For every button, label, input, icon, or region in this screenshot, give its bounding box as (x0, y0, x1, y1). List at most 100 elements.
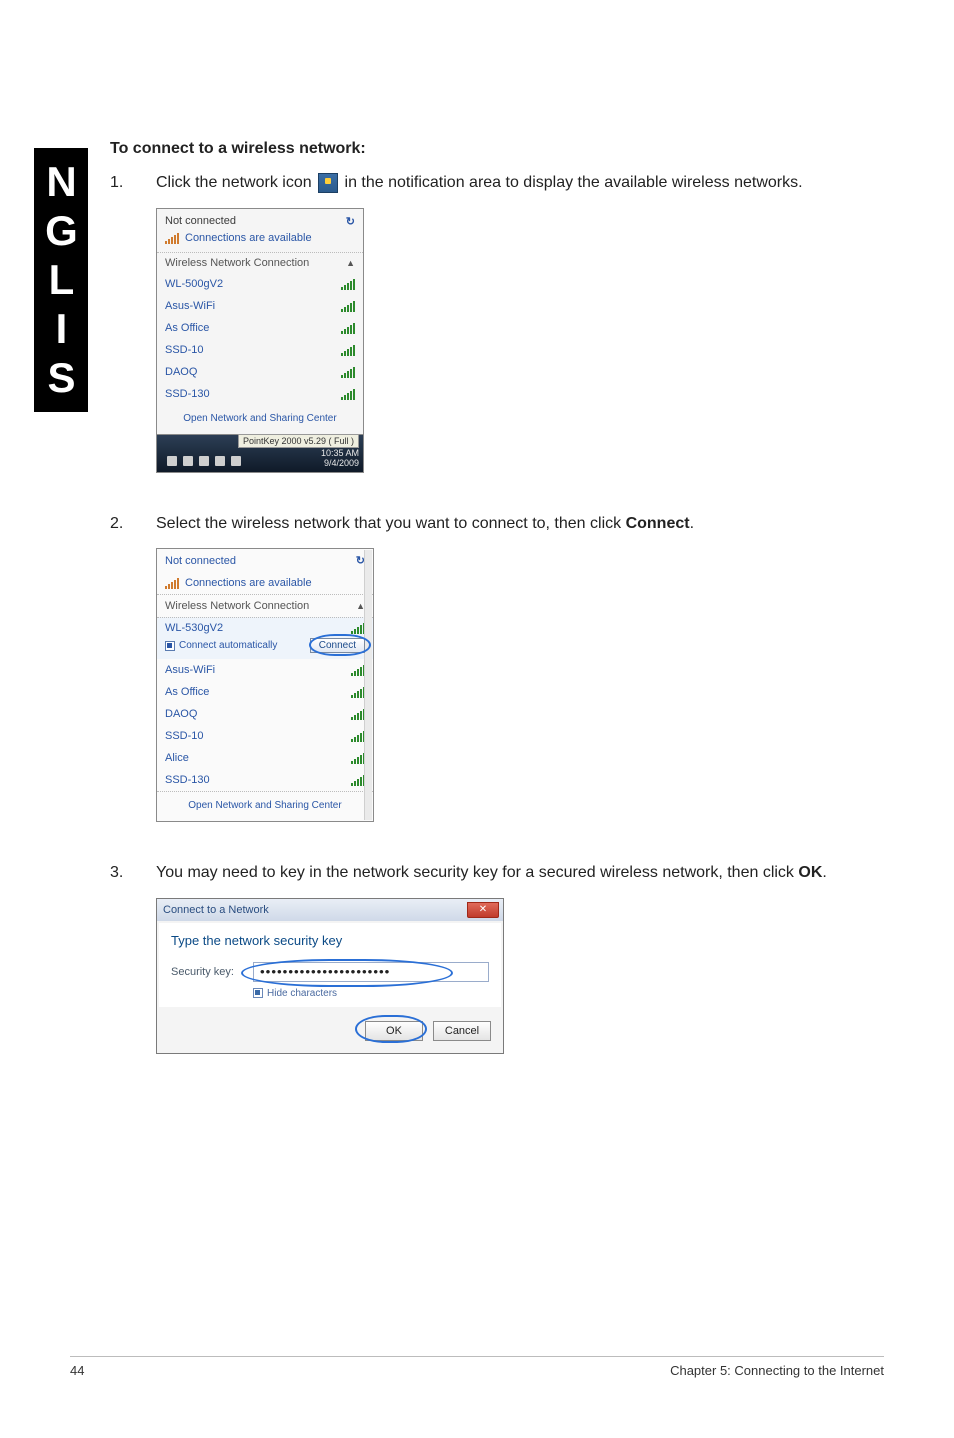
step1-text-pre: Click the network icon (156, 174, 316, 191)
section-heading: To connect to a wireless network: (110, 140, 884, 158)
refresh-icon[interactable]: ↻ (346, 215, 355, 228)
wireless-header-label: Wireless Network Connection (165, 600, 309, 612)
network-row[interactable]: SSD-10 (157, 339, 363, 361)
network-name: As Office (165, 686, 209, 698)
tray-icon[interactable] (167, 456, 177, 466)
network-name: SSD-130 (165, 774, 210, 786)
network-tray-icon (318, 173, 338, 193)
tray-icon[interactable] (231, 456, 241, 466)
security-key-label: Security key: (171, 966, 241, 978)
connect-auto-label: Connect automatically (179, 640, 277, 651)
network-name: DAOQ (165, 708, 197, 720)
page-number: 44 (70, 1363, 84, 1378)
signal-bars-icon (351, 686, 365, 698)
network-row[interactable]: Asus-WiFi (157, 295, 363, 317)
checkbox-icon (253, 988, 263, 998)
network-row[interactable]: SSD-10 (157, 725, 373, 747)
checkbox-icon (165, 641, 175, 651)
step-number: 1. (110, 172, 156, 194)
signal-bars-icon (341, 300, 355, 312)
network-name: SSD-130 (165, 388, 210, 400)
step2-connect-word: Connect (626, 515, 690, 532)
step2-text-a: Select the wireless network that you wan… (156, 515, 626, 532)
selected-network-block[interactable]: WL-530gV2 Connect automatically Connect (157, 617, 373, 659)
not-connected-label: Not connected (165, 215, 236, 227)
page-content: To connect to a wireless network: 1. Cli… (110, 140, 884, 1094)
open-network-center-link[interactable]: Open Network and Sharing Center (157, 405, 363, 434)
network-name: Asus-WiFi (165, 664, 215, 676)
chapter-title: Chapter 5: Connecting to the Internet (670, 1363, 884, 1378)
signal-bars-icon (165, 577, 179, 589)
network-row[interactable]: SSD-130 (157, 383, 363, 405)
dialog-titlebar: Connect to a Network ✕ (157, 899, 503, 921)
step2-text-c: . (690, 515, 694, 532)
chevron-up-icon[interactable]: ▲ (346, 258, 355, 268)
connections-available-row: Connections are available (157, 572, 373, 594)
step-body: Select the wireless network that you wan… (156, 513, 884, 535)
network-flyout-connect: Not connected ↻ Connections are availabl… (156, 548, 374, 822)
network-name: SSD-10 (165, 344, 204, 356)
tray-icon[interactable] (199, 456, 209, 466)
close-button[interactable]: ✕ (467, 902, 499, 918)
taskbar-tooltip: PointKey 2000 v5.29 ( Full ) (238, 434, 359, 448)
network-name: SSD-10 (165, 730, 204, 742)
step-2: 2. Select the wireless network that you … (110, 513, 884, 535)
network-row[interactable]: As Office (157, 681, 373, 703)
signal-bars-icon (341, 344, 355, 356)
signal-bars-icon (351, 730, 365, 742)
step-1: 1. Click the network icon in the notific… (110, 172, 884, 194)
scrollbar[interactable] (364, 550, 372, 820)
tray-icon[interactable] (215, 456, 225, 466)
connections-available-label: Connections are available (185, 577, 312, 589)
connect-button[interactable]: Connect (310, 638, 365, 653)
security-key-dialog: Connect to a Network ✕ Type the network … (156, 898, 504, 1054)
flyout-header: Not connected ↻ (157, 209, 363, 230)
security-key-input[interactable] (253, 962, 489, 982)
tray-icon[interactable] (183, 456, 193, 466)
network-name: DAOQ (165, 366, 197, 378)
connect-automatically-checkbox[interactable]: Connect automatically (165, 640, 277, 651)
step-3: 3. You may need to key in the network se… (110, 862, 884, 884)
taskbar-clock: 10:35 AM 9/4/2009 (321, 449, 359, 469)
step3-text-c: . (822, 864, 826, 881)
signal-bars-icon (341, 322, 355, 334)
open-network-center-link[interactable]: Open Network and Sharing Center (157, 791, 373, 821)
hide-characters-label: Hide characters (267, 988, 337, 999)
network-row[interactable]: WL-500gV2 (157, 273, 363, 295)
signal-bars-icon (351, 622, 365, 634)
language-tab: ENGLISH (34, 148, 88, 412)
screenshot-connect-flyout: Not connected ↻ Connections are availabl… (156, 548, 884, 822)
signal-bars-icon (351, 708, 365, 720)
not-connected-label: Not connected (165, 555, 236, 567)
security-key-row: Security key: (171, 962, 489, 982)
signal-bars-icon (341, 388, 355, 400)
step-number: 3. (110, 862, 156, 884)
ok-button[interactable]: OK (365, 1021, 423, 1041)
dialog-button-row: OK Cancel (157, 1009, 503, 1053)
step-number: 2. (110, 513, 156, 535)
page-footer: 44 Chapter 5: Connecting to the Internet (70, 1356, 884, 1378)
hide-characters-checkbox[interactable]: Hide characters (253, 988, 489, 999)
network-row[interactable]: Asus-WiFi (157, 659, 373, 681)
connections-available-label: Connections are available (185, 232, 312, 244)
wireless-header-label: Wireless Network Connection (165, 257, 309, 269)
dialog-title: Connect to a Network (163, 904, 269, 916)
network-row[interactable]: DAOQ (157, 703, 373, 725)
dialog-body: Type the network security key Security k… (159, 923, 501, 1007)
network-row[interactable]: Alice (157, 747, 373, 769)
cancel-button[interactable]: Cancel (433, 1021, 491, 1041)
screenshot-network-flyout: Not connected ↻ Connections are availabl… (156, 208, 884, 473)
step-body: Click the network icon in the notificati… (156, 172, 884, 194)
taskbar: PointKey 2000 v5.29 ( Full ) 10:35 AM 9/… (156, 435, 364, 473)
step-body: You may need to key in the network secur… (156, 862, 884, 884)
wireless-connection-header: Wireless Network Connection ▲ (157, 252, 363, 273)
network-row[interactable]: SSD-130 (157, 769, 373, 791)
tray-icons (167, 456, 241, 466)
signal-bars-icon (351, 752, 365, 764)
signal-bars-icon (341, 278, 355, 290)
wireless-connection-header: Wireless Network Connection ▲ (157, 594, 373, 617)
network-row[interactable]: DAOQ (157, 361, 363, 383)
clock-date: 9/4/2009 (321, 459, 359, 469)
step3-ok-word: OK (798, 864, 822, 881)
network-row[interactable]: As Office (157, 317, 363, 339)
